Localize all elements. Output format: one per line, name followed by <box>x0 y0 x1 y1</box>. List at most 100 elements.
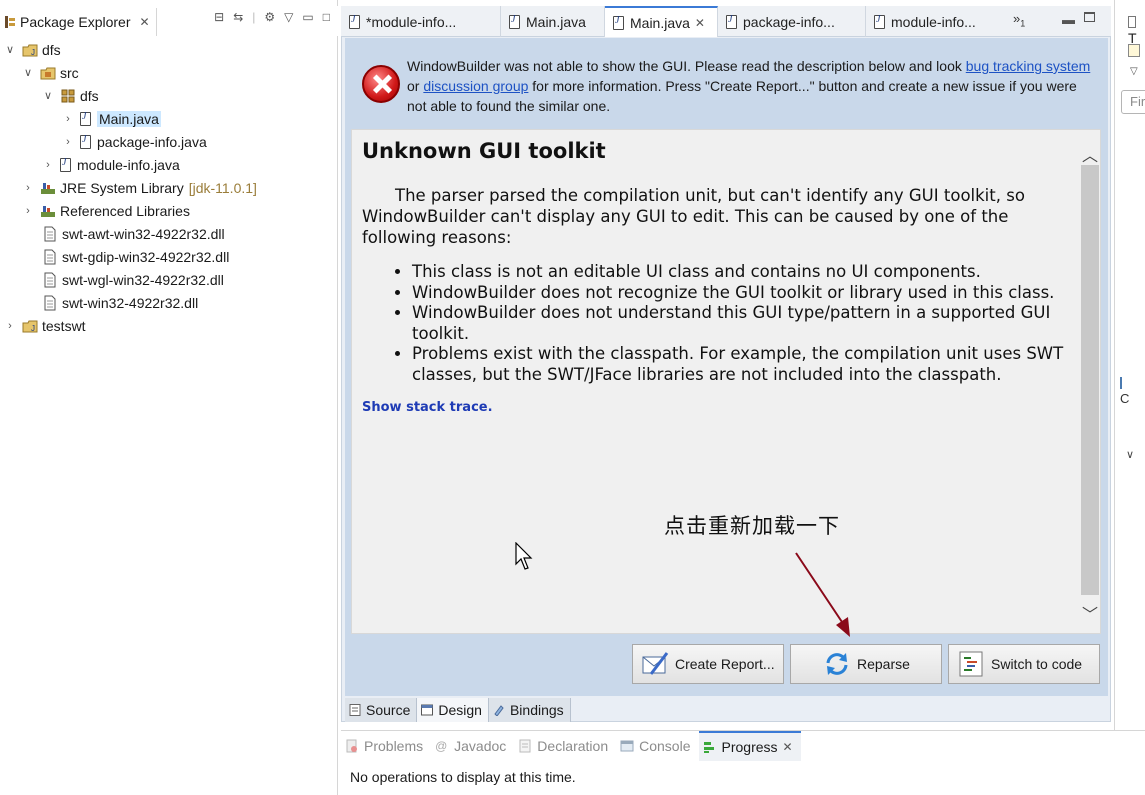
tab-javadoc[interactable]: @ Javadoc <box>431 731 514 761</box>
tree-item-dll-file[interactable]: swt-awt-win32-4922r32.dll <box>0 222 338 245</box>
tree-item-dll-file[interactable]: swt-win32-4922r32.dll <box>0 291 338 314</box>
collapsed-chevron-icon[interactable]: › <box>62 136 74 148</box>
expanded-chevron-icon[interactable]: ∨ <box>42 89 54 102</box>
file-icon <box>44 249 56 264</box>
tab-problems[interactable]: Problems <box>341 731 431 761</box>
tree-item-dll-file[interactable]: swt-wgl-win32-4922r32.dll <box>0 268 338 291</box>
tab-declaration[interactable]: Declaration <box>514 731 616 761</box>
vertical-scrollbar[interactable] <box>1081 165 1099 595</box>
show-stack-trace-link[interactable]: Show stack trace. <box>362 400 493 415</box>
collapsed-chevron-icon[interactable]: › <box>62 113 74 125</box>
tree-item-jre-library[interactable]: › JRE System Library [jdk-11.0.1] <box>0 176 338 199</box>
editor-mode-tabs: Source Design Bindings <box>345 698 571 722</box>
discussion-group-link[interactable]: discussion group <box>423 78 528 94</box>
filter-icon[interactable]: ⚙ <box>264 10 275 24</box>
tree-item-module-info[interactable]: › module-info.java <box>0 153 338 176</box>
collapsed-chevron-icon[interactable]: › <box>4 320 16 332</box>
package-icon <box>61 89 75 102</box>
tree-item-label: src <box>60 64 79 81</box>
editor-tab-main-java[interactable]: Main.java <box>501 6 605 37</box>
tab-console[interactable]: Console <box>616 731 698 761</box>
project-icon: J <box>22 44 38 57</box>
close-tab-icon[interactable]: ✕ <box>783 740 793 754</box>
package-explorer-header: Package Explorer ✕ ⊟ ⇆ | ⚙ ▽ ▭ □ <box>0 6 338 36</box>
collapse-all-icon[interactable]: ⊟ <box>214 10 224 24</box>
link-with-editor-icon[interactable]: ⇆ <box>233 10 243 24</box>
tree-item-main-java[interactable]: › Main.java <box>0 107 338 130</box>
minimize-icon[interactable]: ▭ <box>302 10 313 24</box>
reason-item: This class is not an editable UI class a… <box>412 262 1082 283</box>
progress-icon <box>703 742 714 753</box>
close-icon[interactable]: ✕ <box>140 15 150 29</box>
tree-item-label: swt-awt-win32-4922r32.dll <box>62 225 225 242</box>
reason-item: WindowBuilder does not recognize the GUI… <box>412 283 1082 304</box>
editor-tab-main-java-active[interactable]: Main.java ✕ <box>605 6 718 37</box>
tab-source[interactable]: Source <box>345 698 418 722</box>
tree-item-label: swt-gdip-win32-4922r32.dll <box>62 248 230 265</box>
tree-item-referenced-libraries[interactable]: › Referenced Libraries <box>0 199 338 222</box>
editor-tab-module-info-dirty[interactable]: *module-info... <box>341 6 501 37</box>
switch-to-code-button[interactable]: Switch to code <box>948 644 1100 684</box>
reason-item: WindowBuilder does not understand this G… <box>412 303 1082 344</box>
collapsed-chevron-icon[interactable]: › <box>42 159 54 171</box>
error-message: WindowBuilder was not able to show the G… <box>407 56 1097 116</box>
create-report-button[interactable]: Create Report... <box>632 644 784 684</box>
close-tab-icon[interactable]: ✕ <box>695 16 705 30</box>
design-icon <box>421 704 434 716</box>
tree-item-label: testswt <box>42 317 86 334</box>
tab-bindings[interactable]: Bindings <box>489 698 571 722</box>
tree-item-label: Referenced Libraries <box>60 202 190 219</box>
tab-label: Design <box>438 702 482 718</box>
javadoc-icon: @ <box>435 739 448 753</box>
collapsed-chevron-icon[interactable]: › <box>22 182 34 194</box>
package-explorer-title: Package Explorer <box>20 14 131 30</box>
editor-tab-bar: *module-info... Main.java Main.java ✕ pa… <box>341 6 1111 37</box>
tab-design[interactable]: Design <box>417 698 489 722</box>
tree-item-testswt-project[interactable]: › J testswt <box>0 314 338 337</box>
tree-item-dll-file[interactable]: swt-gdip-win32-4922r32.dll <box>0 245 338 268</box>
reparse-button[interactable]: Reparse <box>790 644 942 684</box>
java-file-icon <box>874 14 885 29</box>
mouse-cursor-icon <box>515 542 533 570</box>
console-icon <box>620 740 634 752</box>
tab-progress[interactable]: Progress ✕ <box>698 731 801 761</box>
problems-icon <box>346 739 357 753</box>
jdk-version-note: [jdk-11.0.1] <box>188 179 257 196</box>
project-icon: J <box>22 320 38 333</box>
bug-tracking-link[interactable]: bug tracking system <box>966 58 1091 74</box>
minimize-icon[interactable]: ▬ <box>1062 12 1075 27</box>
bottom-panel-tabs: Problems @ Javadoc Declaration Console P… <box>341 731 801 761</box>
tree-item-dfs-package[interactable]: ∨ dfs <box>0 84 338 107</box>
outline-tab[interactable]: C <box>1120 376 1145 406</box>
svg-text:J: J <box>31 48 35 57</box>
tab-label: Source <box>366 702 411 718</box>
right-panel-tab[interactable]: T <box>1128 14 1145 46</box>
expanded-chevron-icon[interactable]: ∨ <box>4 43 16 56</box>
tree-item-src[interactable]: ∨ src <box>0 61 338 84</box>
bindings-icon <box>494 705 504 716</box>
find-input[interactable]: Fir <box>1121 90 1145 114</box>
chevron-down-icon[interactable]: ▽ <box>1130 66 1138 77</box>
tab-label: package-info... <box>743 13 835 30</box>
editor-tab-module-info[interactable]: module-info... <box>866 6 1006 37</box>
more-tabs-button[interactable]: »1 <box>1013 11 1025 29</box>
expanded-chevron-icon[interactable]: ∨ <box>1126 448 1134 461</box>
package-explorer-toolbar: ⊟ ⇆ | ⚙ ▽ ▭ □ <box>214 10 330 24</box>
tree-item-dfs-project[interactable]: ∨ J dfs <box>0 38 338 61</box>
tab-label: Problems <box>364 738 424 754</box>
maximize-icon[interactable] <box>1084 12 1095 22</box>
collapsed-chevron-icon[interactable]: › <box>22 205 34 217</box>
new-task-icon[interactable] <box>1128 44 1140 57</box>
package-explorer-tab[interactable]: Package Explorer ✕ <box>0 8 157 36</box>
error-text: or <box>407 78 424 94</box>
refresh-icon <box>826 653 848 675</box>
expanded-chevron-icon[interactable]: ∨ <box>22 66 34 79</box>
maximize-icon[interactable]: □ <box>323 10 330 24</box>
scroll-down-icon[interactable]: ﹀ <box>1081 601 1099 624</box>
library-icon <box>41 182 55 194</box>
package-explorer-icon <box>5 16 15 28</box>
tree-item-package-info[interactable]: › package-info.java <box>0 130 338 153</box>
scroll-up-icon[interactable]: ︿ <box>1081 142 1099 165</box>
view-menu-icon[interactable]: ▽ <box>284 10 293 24</box>
editor-tab-package-info[interactable]: package-info... <box>718 6 866 37</box>
